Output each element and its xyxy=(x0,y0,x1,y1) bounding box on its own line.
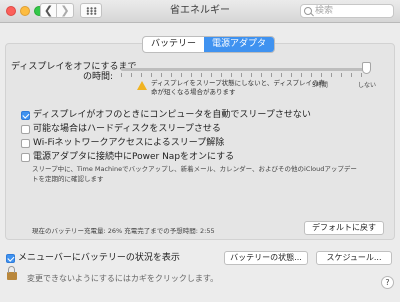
display-sleep-warning: ディスプレイをスリープ状態にしないと、ディスプレイの寿命が短くなる場合があります xyxy=(151,79,325,96)
disk-sleep-checkbox[interactable] xyxy=(21,125,30,134)
search-placeholder: 検索 xyxy=(315,6,334,16)
tick-label-never: しない xyxy=(358,82,377,89)
tick-label-3h: 3時間 xyxy=(312,82,328,89)
menubar-battery-checkbox[interactable] xyxy=(6,254,15,263)
search-field[interactable]: 検索 xyxy=(300,4,394,18)
tab-control: バッテリー 電源アダプタ xyxy=(142,36,276,53)
power-nap-checkbox[interactable] xyxy=(21,153,30,162)
wifi-wake-checkbox[interactable] xyxy=(21,139,30,148)
tab-battery[interactable]: バッテリー xyxy=(143,37,204,52)
slider-ticks xyxy=(121,73,370,77)
title-bar: 省エネルギー ❮ ❯ 検索 xyxy=(0,0,400,23)
close-button[interactable] xyxy=(6,6,16,16)
minimize-button[interactable] xyxy=(20,6,30,16)
restore-defaults-button[interactable]: デフォルトに戻す xyxy=(304,221,384,235)
prevent-sleep-label: ディスプレイがオフのときにコンピュータを自動でスリープさせない xyxy=(33,110,311,120)
forward-button[interactable]: ❯ xyxy=(57,3,74,18)
battery-status-text: 現在のバッテリー充電量: 26% 充電完了までの予想時間: 2:55 xyxy=(32,227,215,235)
back-button[interactable]: ❮ xyxy=(40,3,57,18)
schedule-button[interactable]: スケジュール... xyxy=(316,251,392,265)
battery-health-button[interactable]: バッテリーの状態... xyxy=(224,251,308,265)
disk-sleep-label: 可能な場合はハードディスクをスリープさせる xyxy=(33,124,221,134)
help-button[interactable]: ? xyxy=(381,276,394,289)
display-sleep-label-line2: の時間: xyxy=(83,72,114,82)
grid-icon xyxy=(86,7,97,15)
power-nap-label: 電源アダプタに接続中にPower Napをオンにする xyxy=(33,152,235,162)
warning-icon xyxy=(137,81,147,90)
display-sleep-label-line1: ディスプレイをオフにするまで xyxy=(11,62,137,72)
show-all-button[interactable] xyxy=(80,3,102,18)
prevent-sleep-checkbox[interactable] xyxy=(21,111,30,120)
display-sleep-slider-knob[interactable] xyxy=(362,62,371,74)
wifi-wake-label: Wi-Fiネットワークアクセスによるスリープ解除 xyxy=(33,138,225,148)
power-nap-description: スリープ中に、Time Machineでバックアップし、新着メール、カレンダー、… xyxy=(32,165,357,183)
tab-power-adapter[interactable]: 電源アダプタ xyxy=(204,37,275,52)
search-icon xyxy=(304,7,312,15)
menubar-battery-label: メニューバーにバッテリーの状況を表示 xyxy=(18,253,180,263)
display-sleep-slider-track[interactable] xyxy=(121,68,370,71)
lock-icon[interactable] xyxy=(7,266,17,280)
lock-instructions: 変更できないようにするにはカギをクリックします。 xyxy=(27,274,219,283)
